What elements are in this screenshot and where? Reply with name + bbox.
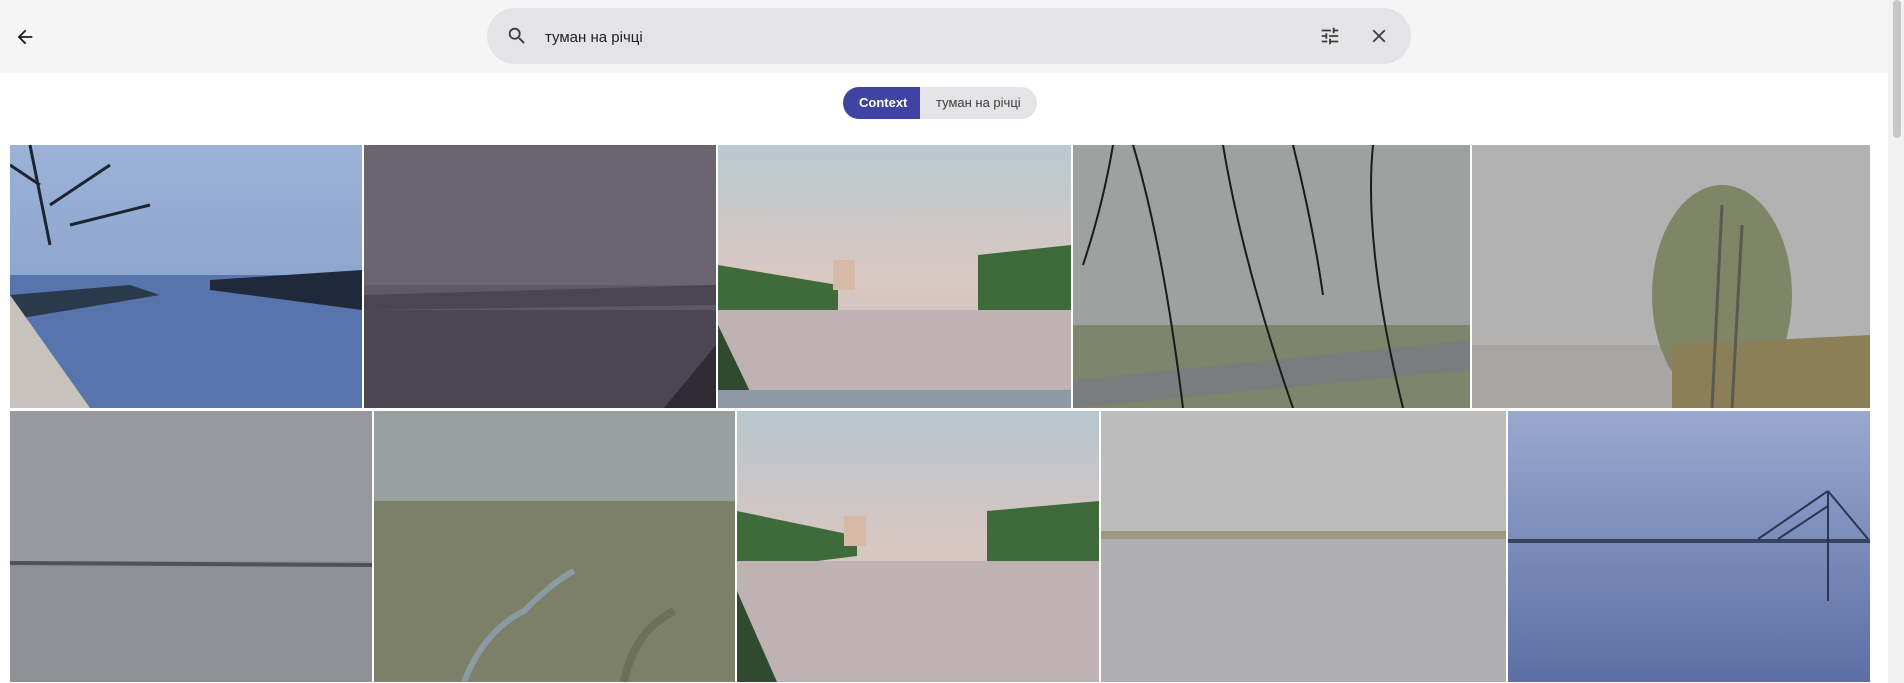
result-image[interactable] (1508, 411, 1870, 682)
result-image[interactable] (1472, 145, 1870, 408)
back-button[interactable] (10, 22, 40, 52)
arrow-back-icon (17, 29, 33, 45)
search-bar[interactable] (487, 8, 1411, 64)
result-image[interactable] (10, 411, 372, 682)
result-image[interactable] (1101, 411, 1506, 682)
close-icon[interactable] (1368, 25, 1390, 47)
result-image[interactable] (718, 145, 1071, 408)
result-image[interactable] (1073, 145, 1470, 408)
chip-query[interactable]: туман на річці (920, 87, 1037, 119)
result-image[interactable] (10, 145, 362, 408)
result-image[interactable] (737, 411, 1099, 682)
result-image[interactable] (364, 145, 716, 408)
filter-chips: Context туман на річці (843, 87, 1037, 119)
chip-context[interactable]: Context (843, 87, 920, 119)
top-bar (0, 0, 1888, 73)
tune-icon[interactable] (1319, 25, 1341, 47)
search-input[interactable] (543, 22, 1247, 52)
scrollbar-thumb[interactable] (1893, 0, 1901, 138)
result-image[interactable] (374, 411, 735, 682)
search-icon (508, 27, 525, 44)
